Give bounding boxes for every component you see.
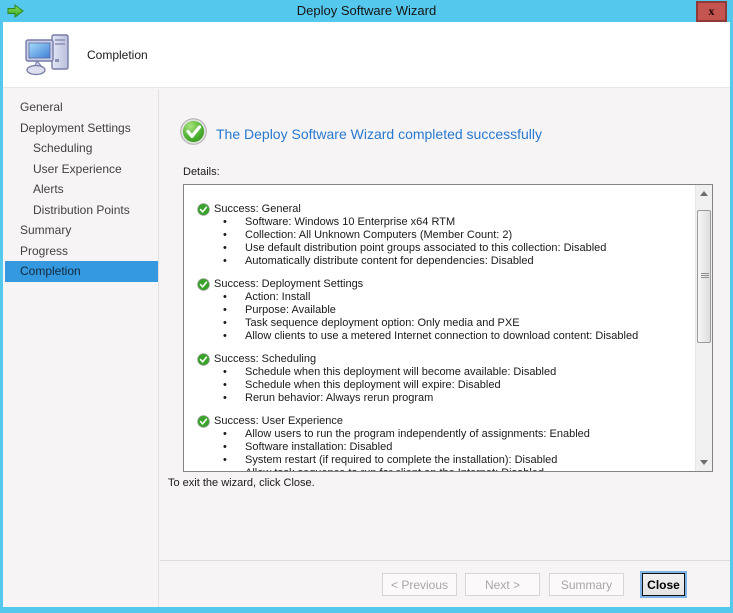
details-text: Success: General • Software: Windows 10 … (184, 185, 695, 472)
detail-line-text: Schedule when this deployment will expir… (245, 379, 501, 391)
detail-section-title: Success: Deployment Settings (214, 278, 363, 291)
titlebar[interactable]: Deploy Software Wizard x (0, 0, 733, 22)
sidebar-step-item[interactable]: Deployment Settings (5, 118, 158, 139)
detail-line: • Rerun behavior: Always rerun program (197, 392, 689, 405)
detail-line-text: Allow clients to use a metered Internet … (245, 330, 638, 342)
detail-section: Success: General • Software: Windows 10 … (197, 203, 689, 268)
detail-line: • Collection: All Unknown Computers (Mem… (197, 229, 689, 242)
detail-section: Success: Deployment Settings • Action: I… (197, 278, 689, 343)
wizard-header: Completion (3, 22, 730, 88)
wizard-buttons: < Previous Next > Summary Close (382, 573, 685, 596)
bullet-icon: • (223, 392, 227, 405)
bullet-icon: • (223, 379, 227, 392)
success-message: The Deploy Software Wizard completed suc… (216, 126, 542, 142)
detail-line: • Allow task sequence to run for client … (197, 467, 689, 472)
detail-line: • Allow users to run the program indepen… (197, 428, 689, 441)
details-label: Details: (183, 166, 220, 178)
detail-section-title: Success: General (214, 203, 301, 216)
footer-button[interactable]: < Previous (382, 573, 457, 596)
success-mini-check-icon (197, 415, 210, 428)
bullet-icon: • (223, 428, 227, 441)
sidebar-step-item[interactable]: Progress (5, 241, 158, 262)
detail-line: • Automatically distribute content for d… (197, 255, 689, 268)
detail-line: • Action: Install (197, 291, 689, 304)
scroll-up-button[interactable] (696, 185, 713, 202)
detail-line-text: System restart (if required to complete … (245, 454, 557, 466)
detail-line: • Task sequence deployment option: Only … (197, 317, 689, 330)
bullet-icon: • (223, 291, 227, 304)
detail-line: • Schedule when this deployment will bec… (197, 366, 689, 379)
success-mini-check-icon (197, 278, 210, 291)
success-mini-check-icon (197, 203, 210, 216)
footer-divider (160, 560, 730, 561)
window-border (0, 607, 733, 613)
detail-line-text: Action: Install (245, 291, 310, 303)
detail-section: Success: User Experience • Allow users t… (197, 415, 689, 472)
sidebar-step-item[interactable]: Distribution Points (5, 200, 158, 221)
exit-hint: To exit the wizard, click Close. (168, 477, 315, 489)
sidebar-step-item[interactable]: General (5, 97, 158, 118)
footer-button[interactable]: Close (642, 573, 685, 596)
bullet-icon: • (223, 229, 227, 242)
detail-line: • Schedule when this deployment will exp… (197, 379, 689, 392)
detail-line-text: Purpose: Available (245, 304, 336, 316)
bullet-icon: • (223, 366, 227, 379)
detail-line-text: Rerun behavior: Always rerun program (245, 392, 433, 404)
sidebar-step-item[interactable]: Summary (5, 220, 158, 241)
detail-line: • Software installation: Disabled (197, 441, 689, 454)
page-title: Completion (87, 22, 148, 88)
bullet-icon: • (223, 467, 227, 472)
sidebar-step-item[interactable]: Alerts (5, 179, 158, 200)
success-mini-check-icon (197, 353, 210, 366)
scroll-up-icon (700, 191, 708, 196)
bullet-icon: • (223, 216, 227, 229)
details-scrollbar[interactable] (695, 185, 712, 471)
success-check-icon (180, 118, 207, 150)
scrollbar-grip-icon (701, 273, 709, 279)
detail-line-text: Automatically distribute content for dep… (245, 255, 534, 267)
detail-line-text: Use default distribution point groups as… (245, 242, 606, 254)
sidebar-step-item[interactable]: Scheduling (5, 138, 158, 159)
detail-line: • System restart (if required to complet… (197, 454, 689, 467)
detail-line-text: Software: Windows 10 Enterprise x64 RTM (245, 216, 455, 228)
bullet-icon: • (223, 330, 227, 343)
detail-line-text: Collection: All Unknown Computers (Membe… (245, 229, 512, 241)
sidebar-step-item[interactable]: Completion (5, 261, 158, 282)
detail-line-text: Allow users to run the program independe… (245, 428, 590, 440)
wizard-steps-sidebar: General Deployment Settings Scheduling U… (3, 89, 159, 607)
detail-line: • Purpose: Available (197, 304, 689, 317)
scrollbar-thumb[interactable] (697, 210, 711, 343)
bullet-icon: • (223, 317, 227, 330)
detail-line-text: Task sequence deployment option: Only me… (245, 317, 520, 329)
detail-section: Success: Scheduling • Schedule when this… (197, 353, 689, 405)
detail-line-text: Allow task sequence to run for client on… (245, 467, 544, 472)
scroll-down-button[interactable] (696, 454, 713, 471)
window-title: Deploy Software Wizard (0, 0, 733, 22)
scroll-down-icon (700, 460, 708, 465)
detail-line-text: Software installation: Disabled (245, 441, 392, 453)
detail-line: • Allow clients to use a metered Interne… (197, 330, 689, 343)
bullet-icon: • (223, 441, 227, 454)
sidebar-step-item[interactable]: User Experience (5, 159, 158, 180)
bullet-icon: • (223, 454, 227, 467)
wizard-content: The Deploy Software Wizard completed suc… (160, 89, 730, 607)
bullet-icon: • (223, 304, 227, 317)
close-button[interactable]: x (696, 1, 727, 22)
detail-line: • Software: Windows 10 Enterprise x64 RT… (197, 216, 689, 229)
footer-button[interactable]: Next > (465, 573, 540, 596)
detail-section-title: Success: User Experience (214, 415, 343, 428)
success-banner: The Deploy Software Wizard completed suc… (180, 118, 542, 150)
computer-icon (23, 31, 75, 79)
deploy-software-wizard-window: Deploy Software Wizard x (0, 0, 733, 613)
bullet-icon: • (223, 242, 227, 255)
detail-line: • Use default distribution point groups … (197, 242, 689, 255)
details-panel[interactable]: Success: General • Software: Windows 10 … (183, 184, 713, 472)
detail-line-text: Schedule when this deployment will becom… (245, 366, 556, 378)
bullet-icon: • (223, 255, 227, 268)
footer-button[interactable]: Summary (549, 573, 624, 596)
detail-section-title: Success: Scheduling (214, 353, 316, 366)
